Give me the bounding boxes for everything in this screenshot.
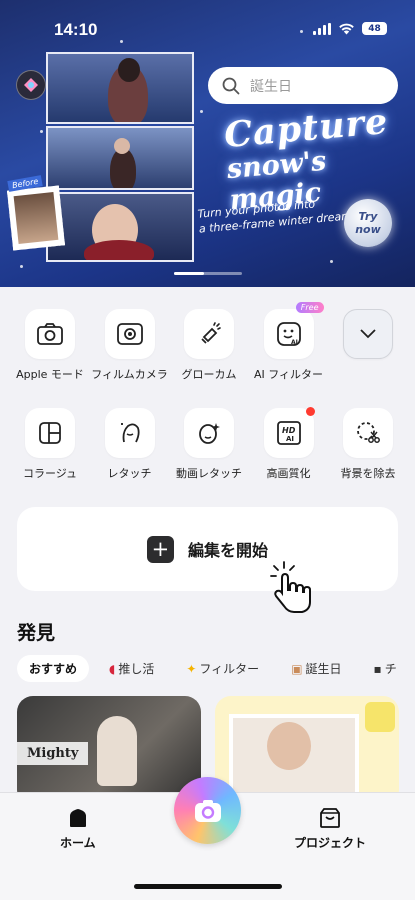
- remove-bg-icon: [357, 422, 380, 443]
- tool-label: レタッチ: [107, 467, 152, 480]
- nav-projects-label: プロジェクト: [294, 836, 367, 850]
- start-edit-button[interactable]: + 編集を開始: [17, 507, 398, 591]
- tool-video-retouch[interactable]: 動画レタッチ: [173, 408, 245, 481]
- camera-icon: ▪: [373, 661, 382, 676]
- status-bar: 14:10 48: [0, 0, 415, 56]
- tool-apple-mode[interactable]: Apple モード: [14, 309, 86, 382]
- tool-label: フィルムカメラ: [91, 368, 168, 381]
- snowflake: [330, 260, 333, 263]
- start-edit-label: 編集を開始: [187, 541, 268, 560]
- tool-glow-cam[interactable]: グローカム: [173, 309, 245, 382]
- tool-label: Apple モード: [16, 368, 84, 381]
- hand-pointer-icon: [270, 561, 311, 613]
- camera-icon: [37, 323, 63, 345]
- chip-more[interactable]: ▪ チ: [362, 655, 409, 682]
- film-camera-icon: [116, 323, 143, 345]
- hero-banner[interactable]: 14:10 48 誕生日 Before Capture snow's magic…: [0, 0, 415, 287]
- chip-label: チ: [384, 662, 397, 676]
- tools-row-2: コラージュ レタッチ 動画レタッチ HD AI 高画質化 背景を除去: [14, 407, 404, 481]
- tool-label: 動画レタッチ: [176, 467, 242, 480]
- free-badge: Free: [295, 302, 324, 313]
- try-now-button[interactable]: Try now: [344, 199, 392, 247]
- discover-chips: おすすめ ◖ 推し活 ✦ フィルター ▣ 誕生日 ▪ チ: [17, 655, 409, 682]
- tool-retouch[interactable]: レタッチ: [94, 408, 166, 481]
- collage-icon: [39, 422, 61, 444]
- chip-label: おすすめ: [29, 662, 78, 676]
- new-dot: [305, 407, 315, 416]
- svg-text:AI: AI: [286, 435, 294, 443]
- tool-ai-filter[interactable]: AI Free AI フィルター: [253, 302, 325, 382]
- camera-fab-button[interactable]: [174, 777, 241, 844]
- tools-expand-button[interactable]: [332, 309, 404, 382]
- signal-icon: [313, 22, 331, 35]
- chip-label: フィルター: [199, 662, 260, 676]
- discover-title: 発見: [17, 622, 56, 644]
- tool-label: AI フィルター: [253, 368, 324, 381]
- frame-photo-3: [46, 192, 194, 262]
- chevron-down-icon: [360, 329, 376, 339]
- tool-remove-bg[interactable]: 背景を除去: [332, 408, 404, 481]
- camera-icon: [194, 799, 221, 822]
- before-stamp: [7, 185, 65, 251]
- card-caption: Mighty: [17, 742, 89, 765]
- discover-card[interactable]: [215, 696, 399, 806]
- plus-icon: +: [146, 535, 174, 563]
- glow-cam-icon: [201, 322, 221, 344]
- status-time: 14:10: [54, 20, 98, 39]
- chip-birthday[interactable]: ▣ 誕生日: [279, 655, 353, 682]
- chip-label: 誕生日: [305, 662, 342, 676]
- chip-oshikatsu[interactable]: ◖ 推し活: [97, 655, 166, 682]
- snowflake: [40, 130, 43, 133]
- battery-icon: 48: [362, 22, 387, 35]
- search-placeholder: 誕生日: [250, 78, 292, 95]
- tool-film-camera[interactable]: フィルムカメラ: [91, 309, 168, 382]
- app-logo-icon[interactable]: [16, 70, 46, 100]
- folder-icon: [320, 808, 340, 828]
- nav-home[interactable]: ホーム: [60, 807, 96, 851]
- tool-label: コラージュ: [22, 467, 77, 480]
- tool-hd-upscale[interactable]: HD AI 高画質化: [253, 407, 325, 481]
- discover-card[interactable]: Mighty: [17, 696, 201, 806]
- snowflake: [20, 265, 23, 268]
- frame-photo-1: [46, 52, 194, 124]
- frame-photo-2: [46, 126, 194, 190]
- fan-icon: ◖: [109, 661, 116, 676]
- ai-filter-icon: AI: [276, 322, 301, 346]
- chip-filter[interactable]: ✦ フィルター: [174, 655, 271, 682]
- banner-subtitle: Turn your photos into a three-frame wint…: [197, 193, 353, 236]
- tool-label: グローカム: [181, 368, 237, 381]
- nav-projects[interactable]: プロジェクト: [294, 807, 366, 851]
- cake-icon: ▣: [291, 661, 303, 676]
- sparkle-icon: ✦: [186, 661, 197, 676]
- hd-ai-icon: HDAI: [276, 421, 301, 445]
- chip-label: 推し活: [118, 662, 155, 676]
- tools-row-1: Apple モード フィルムカメラ グローカム AI Free AI フィルター: [14, 302, 404, 382]
- home-indicator: [134, 884, 282, 889]
- search-input[interactable]: 誕生日: [208, 67, 398, 104]
- nav-home-label: ホーム: [60, 836, 96, 850]
- home-icon: [69, 809, 86, 827]
- tool-label: 背景を除去: [340, 467, 396, 480]
- chip-recommended[interactable]: おすすめ: [17, 655, 90, 682]
- banner-pager: [174, 272, 242, 275]
- snowflake: [200, 110, 203, 113]
- svg-text:AI: AI: [291, 339, 298, 346]
- wifi-icon: [339, 23, 354, 35]
- tool-collage[interactable]: コラージュ: [14, 408, 86, 481]
- search-icon: [222, 77, 240, 94]
- video-retouch-icon: [199, 423, 220, 444]
- retouch-icon: [120, 423, 140, 443]
- tool-label: 高画質化: [266, 467, 311, 480]
- three-frame-collage: [46, 52, 194, 262]
- svg-text:HD: HD: [282, 426, 296, 435]
